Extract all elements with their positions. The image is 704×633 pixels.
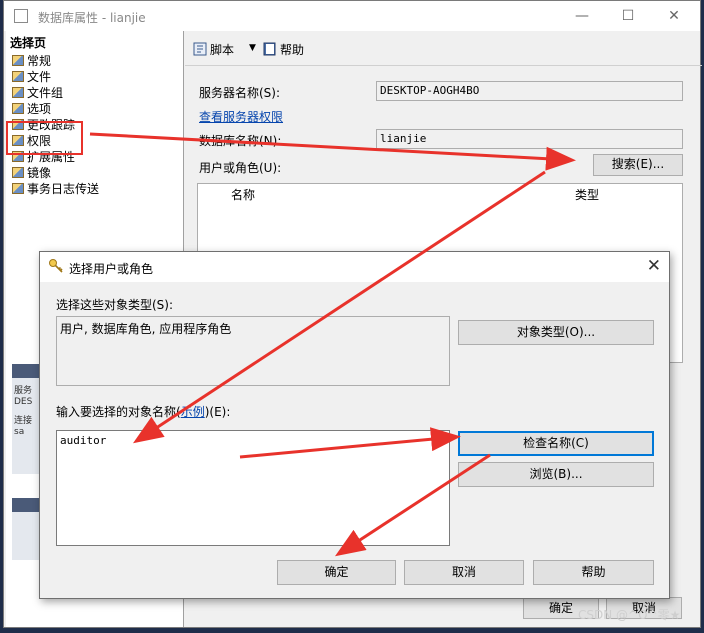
help-toolbar-button[interactable]: 帮助 [263,41,304,58]
watermark: CSDN @^O^零★ [578,608,681,622]
view-server-permissions-link[interactable]: 查看服务器权限 [199,108,283,125]
page-item-options[interactable]: 选项 [12,101,99,117]
grid-header-type: 类型 [575,188,600,202]
dialog-close-icon[interactable]: ✕ [647,256,661,276]
page-list: 常规 文件 文件组 选项 更改跟踪 权限 扩展属性 镜像 事务日志传送 [12,53,99,197]
database-name-field: lianjie [376,129,683,149]
server-name-label: 服务器名称(S): [199,86,281,100]
page-icon [12,55,24,66]
script-dropdown-icon[interactable]: ▼ [249,43,256,53]
window-title: 数据库属性 - lianjie [38,11,146,25]
object-types-label: 选择这些对象类型(S): [56,298,174,312]
grid-header-name: 名称 [231,188,256,202]
object-names-input[interactable]: auditor [56,430,450,546]
maximize-button[interactable]: ☐ [610,5,646,27]
browse-button[interactable]: 浏览(B)... [458,462,654,487]
select-user-or-role-dialog: 选择用户或角色 ✕ 选择这些对象类型(S): 用户, 数据库角色, 应用程序角色… [39,251,670,599]
toolbar: 脚本 ▼ 帮助 [185,31,702,66]
select-page-header: 选择页 [10,36,47,50]
script-button[interactable]: 脚本 [193,41,234,58]
dialog-ok-button[interactable]: 确定 [277,560,396,585]
page-icon [12,103,24,114]
page-icon [12,71,24,82]
check-names-button[interactable]: 检查名称(C) [458,431,654,456]
dialog-help-button[interactable]: 帮助 [533,560,654,585]
page-icon [12,119,24,130]
window-titlebar: 数据库属性 - lianjie — ☐ ✕ [4,1,700,31]
dialog-title: 选择用户或角色 [69,262,154,276]
minimize-button[interactable]: — [564,5,600,27]
connection-value: sa [14,427,25,437]
page-item-mirroring[interactable]: 镜像 [12,165,99,181]
key-icon [49,259,63,273]
search-button[interactable]: 搜索(E)... [593,154,683,176]
server-label: 服务 [14,386,33,396]
connection-label: 连接 [14,416,33,426]
page-icon [12,183,24,194]
dialog-titlebar: 选择用户或角色 ✕ [40,252,669,282]
page-item-files[interactable]: 文件 [12,69,99,85]
server-name-field: DESKTOP-AOGH4BO [376,81,683,101]
object-types-button[interactable]: 对象类型(O)... [458,320,654,345]
examples-link[interactable]: 示例 [181,405,205,419]
close-button[interactable]: ✕ [656,5,692,27]
page-item-filegroups[interactable]: 文件组 [12,85,99,101]
page-item-change-tracking[interactable]: 更改跟踪 [12,117,99,133]
database-name-label: 数据库名称(N): [199,134,282,148]
page-icon [12,135,24,146]
help-book-icon [263,42,276,56]
enter-names-label: 输入要选择的对象名称(示例)(E): [56,405,231,419]
object-types-field: 用户, 数据库角色, 应用程序角色 [56,316,450,386]
user-or-role-label: 用户或角色(U): [199,161,282,175]
connection-section: 服务 DES 连接 sa [12,364,42,474]
app-icon [14,9,28,23]
page-icon [12,167,24,178]
page-icon [12,87,24,98]
page-item-permissions[interactable]: 权限 [12,133,99,149]
progress-section [12,498,42,560]
server-value: DES [14,397,33,407]
dialog-cancel-button[interactable]: 取消 [404,560,524,585]
page-item-extended-properties[interactable]: 扩展属性 [12,149,99,165]
connection-section-header [12,364,42,378]
page-icon [12,151,24,162]
progress-section-header [12,498,42,512]
page-item-general[interactable]: 常规 [12,53,99,69]
page-item-log-shipping[interactable]: 事务日志传送 [12,181,99,197]
script-icon [193,42,207,56]
